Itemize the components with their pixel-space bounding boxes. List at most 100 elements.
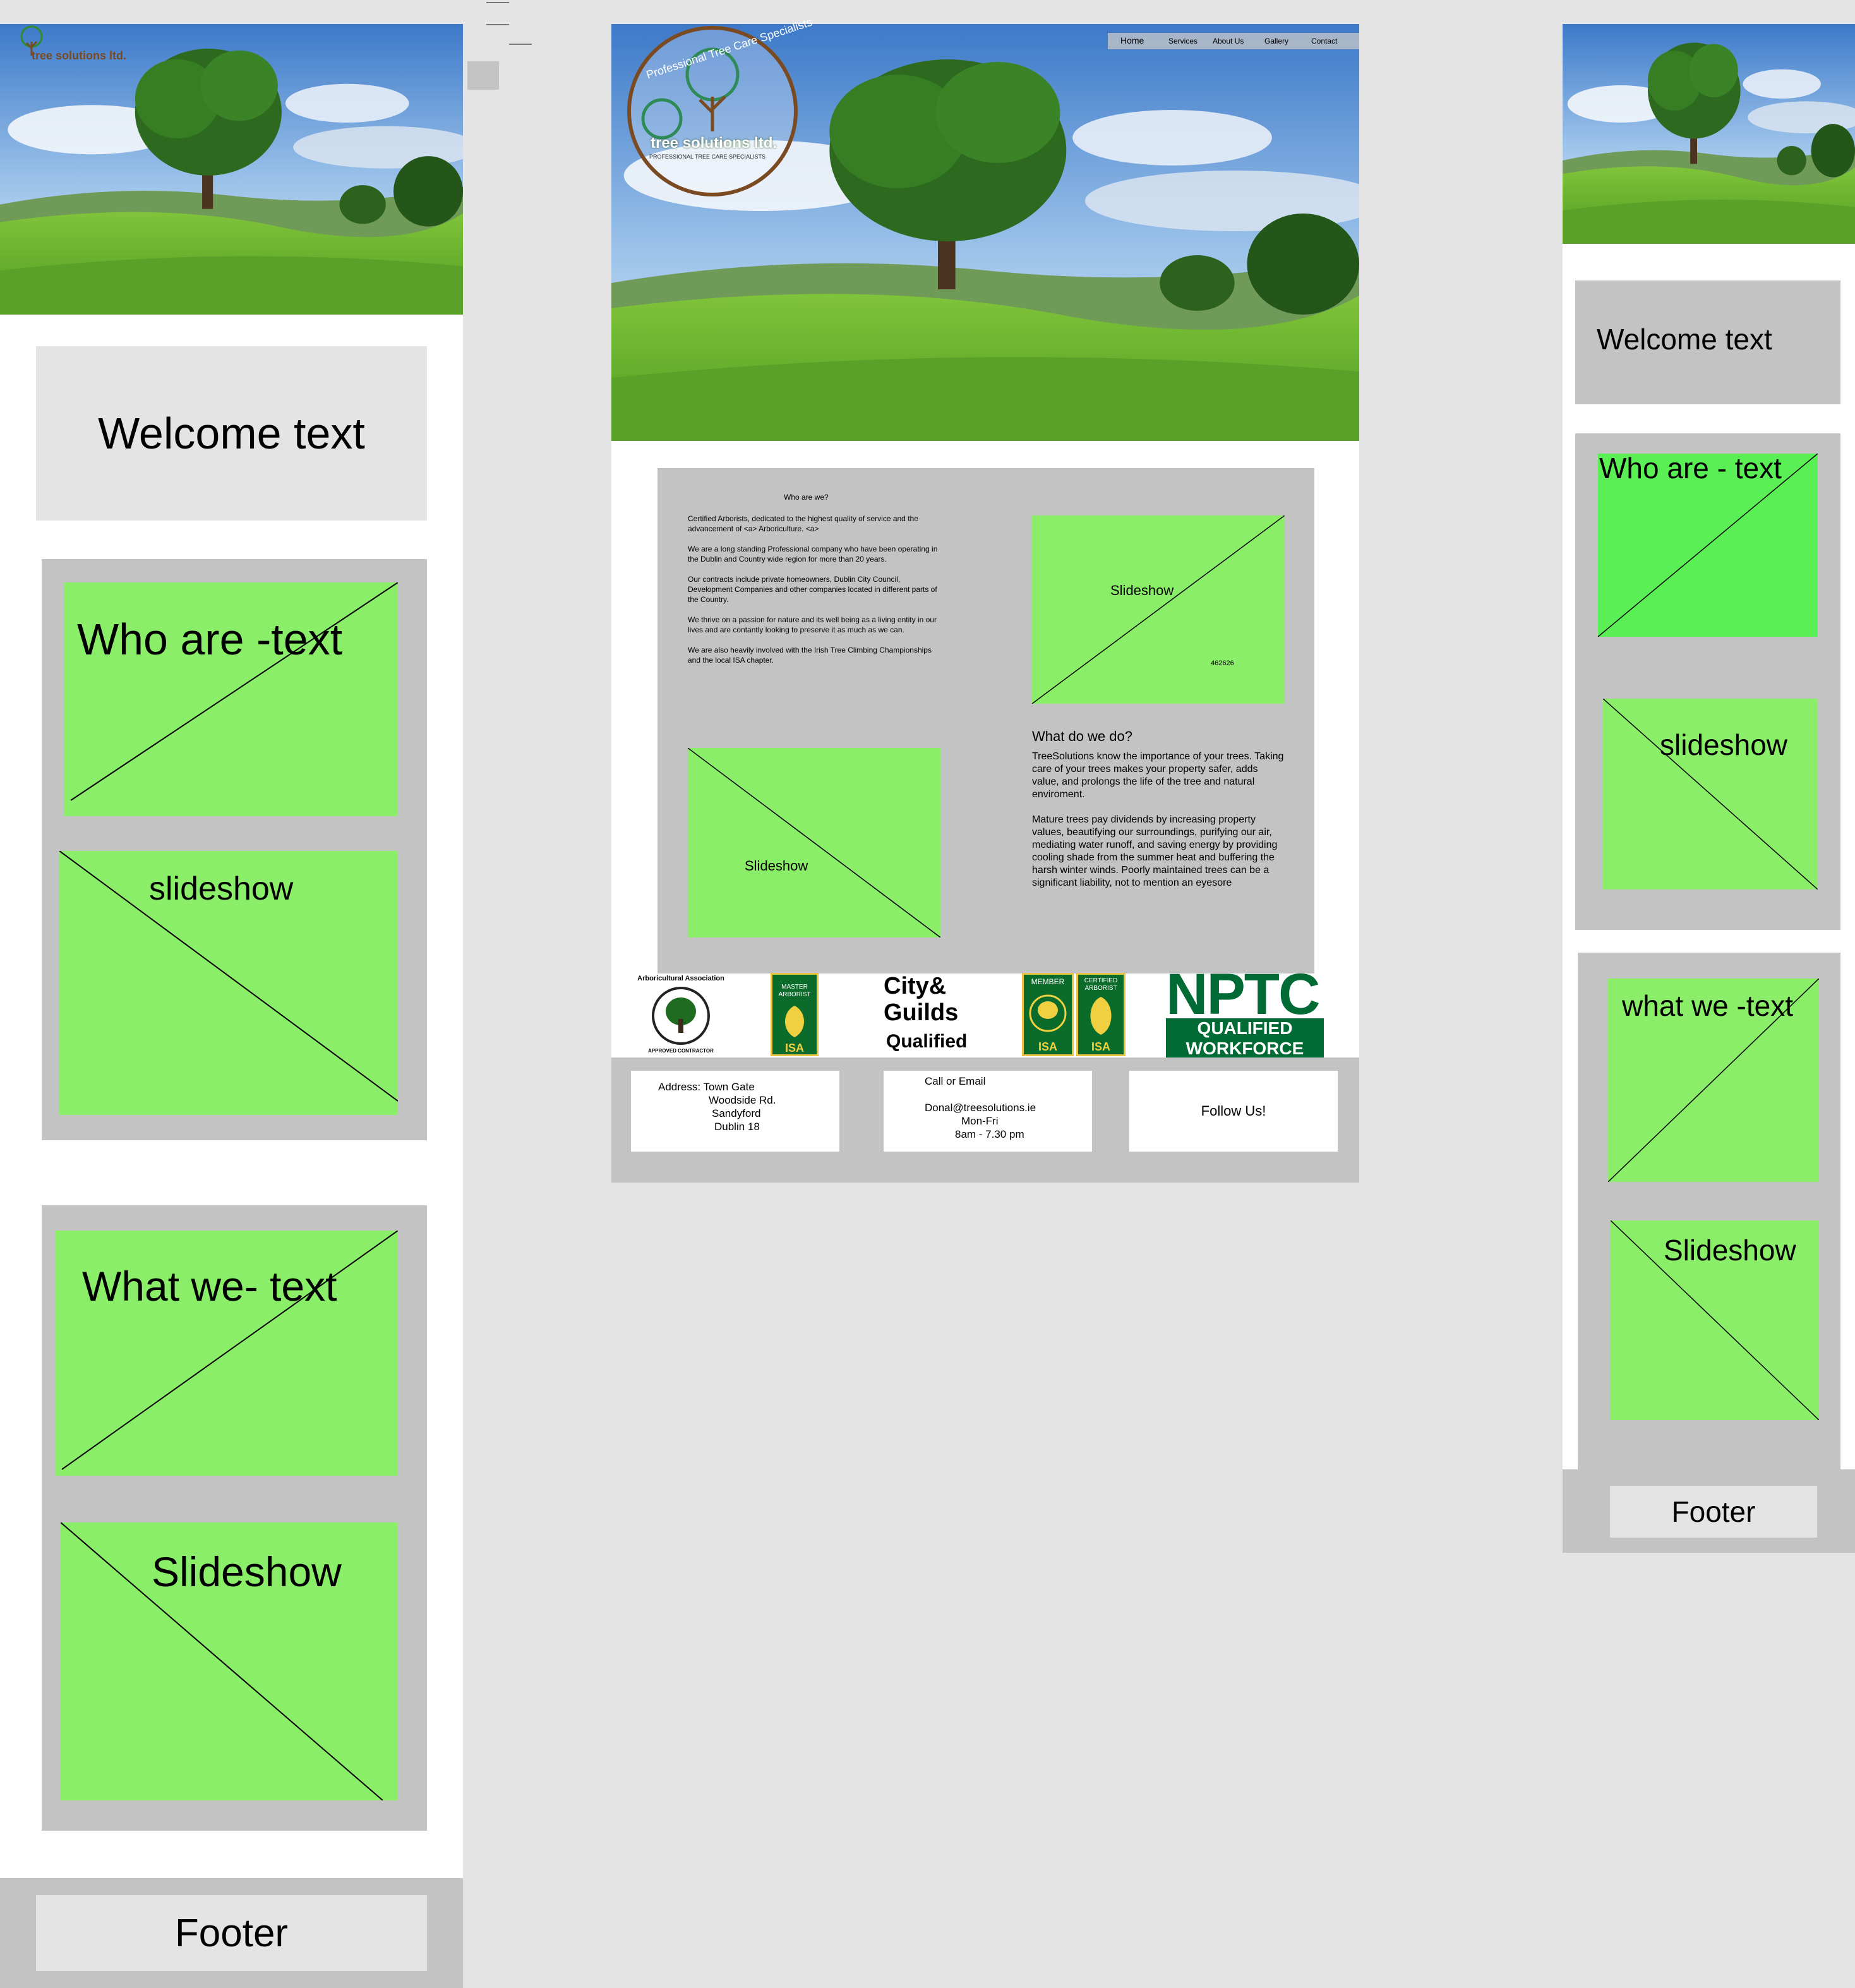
who-paragraph: We thrive on a passion for nature and it… bbox=[688, 615, 937, 634]
desktop-frame: Professional Tree Care Specialists tree … bbox=[611, 16, 1359, 1183]
who-placeholder: Who are - text bbox=[1598, 454, 1818, 637]
address-line: Woodside Rd. bbox=[709, 1094, 776, 1106]
nptc-sub2: WORKFORCE bbox=[1186, 1039, 1304, 1057]
logo-arboricultural: Arboricultural Association APPROVED CONT… bbox=[637, 975, 725, 1057]
tablet-section-what: what we -text Slideshow bbox=[1578, 953, 1840, 1481]
footer-text: Footer bbox=[1671, 1495, 1756, 1528]
isa-label: ISA bbox=[784, 1042, 804, 1054]
address-line: Dublin 18 bbox=[714, 1121, 760, 1133]
isa-cert-label: CERTIFIED ARBORIST bbox=[1084, 977, 1118, 992]
hero-image bbox=[0, 24, 463, 315]
cg-line3: Qualified bbox=[886, 1031, 968, 1052]
slideshow-placeholder[interactable]: Slideshow 462626 bbox=[1032, 515, 1285, 704]
tablet-welcome: Welcome text bbox=[1575, 280, 1840, 404]
slideshow-label: slideshow bbox=[1660, 728, 1787, 761]
slideshow-placeholder[interactable]: Slideshow bbox=[1611, 1220, 1819, 1420]
slideshow-label: Slideshow bbox=[1664, 1234, 1796, 1267]
nptc-banner: QUALIFIED WORKFORCE bbox=[1166, 1018, 1324, 1057]
who-paragraph: Certified Arborists, dedicated to the hi… bbox=[688, 514, 918, 533]
who-text: Who are - text bbox=[1599, 454, 1782, 485]
nav-home[interactable]: Home bbox=[1120, 35, 1144, 45]
what-text: what we -text bbox=[1622, 989, 1793, 1022]
logo-isa-master: MASTER ARBORIST ISA bbox=[771, 973, 819, 1056]
what-placeholder: What we- text bbox=[56, 1231, 398, 1476]
slideshow-label: Slideshow bbox=[745, 858, 808, 874]
who-placeholder: Who are -text bbox=[64, 582, 398, 816]
nav-gallery[interactable]: Gallery bbox=[1264, 37, 1288, 45]
contact-label: Call or Email bbox=[925, 1075, 986, 1087]
slideshow-code: 462626 bbox=[1211, 660, 1234, 667]
who-body: Certified Arborists, dedicated to the hi… bbox=[688, 514, 940, 665]
brand-name: tree solutions ltd. bbox=[651, 135, 777, 152]
slideshow-label: Slideshow bbox=[1110, 582, 1174, 598]
who-text: Who are -text bbox=[77, 615, 343, 664]
slideshow-placeholder[interactable]: slideshow bbox=[59, 851, 398, 1115]
brand-logo[interactable]: tree solutions ltd. bbox=[13, 24, 133, 62]
logo-city-guilds: City& Guilds Qualified bbox=[880, 973, 968, 1057]
nav-about[interactable]: About Us bbox=[1213, 37, 1244, 45]
toolbar-square[interactable] bbox=[467, 61, 499, 90]
mobile-footer: Footer bbox=[0, 1878, 463, 1988]
contact-hours: 8am - 7.30 pm bbox=[955, 1128, 1024, 1140]
what-paragraph: Mature trees pay dividends by increasing… bbox=[1032, 814, 1278, 888]
logo-isa-certified: CERTIFIED ARBORIST ISA bbox=[1076, 973, 1126, 1056]
arb-name: Arboricultural Association bbox=[637, 975, 724, 982]
mobile-welcome: Welcome text bbox=[36, 346, 427, 521]
divider bbox=[509, 44, 532, 45]
what-heading: What do we do? bbox=[1032, 728, 1132, 744]
what-placeholder: what we -text bbox=[1608, 979, 1819, 1182]
what-paragraph: TreeSolutions know the importance of you… bbox=[1032, 751, 1284, 800]
address-label: Address: Town Gate bbox=[658, 1081, 755, 1093]
isa-master-label: MASTER ARBORIST bbox=[778, 984, 811, 998]
desktop-footer: Address: Town Gate Woodside Rd. Sandyfor… bbox=[611, 1057, 1359, 1183]
divider bbox=[486, 2, 509, 3]
divider bbox=[486, 24, 509, 25]
tree-badge-icon bbox=[1029, 994, 1067, 1032]
hero-image bbox=[1563, 24, 1855, 244]
slideshow-label: slideshow bbox=[149, 871, 294, 907]
footer-label-box: Footer bbox=[36, 1895, 427, 1971]
tablet-section-who: Who are - text slideshow bbox=[1575, 433, 1840, 930]
logo-tagline-small: PROFESSIONAL TREE CARE SPECIALISTS bbox=[649, 154, 766, 160]
arb-sub: APPROVED CONTRACTOR bbox=[648, 1048, 714, 1054]
content-panel: Who are we? Certified Arborists, dedicat… bbox=[657, 468, 1314, 973]
who-paragraph: We are a long standing Professional comp… bbox=[688, 545, 938, 563]
nptc-sub1: QUALIFIED bbox=[1197, 1018, 1293, 1038]
isa-label: ISA bbox=[1038, 1040, 1057, 1053]
cg-line1: City& bbox=[884, 973, 947, 999]
slideshow-label: Slideshow bbox=[152, 1548, 342, 1595]
what-text: What we- text bbox=[82, 1263, 337, 1310]
arboricultural-badge-icon bbox=[652, 987, 710, 1045]
leaf-icon bbox=[1090, 997, 1112, 1035]
main-nav: Home Services About Us Gallery Contact bbox=[1108, 33, 1359, 49]
leaf-icon bbox=[785, 1006, 804, 1037]
who-heading: Who are we? bbox=[784, 493, 829, 502]
footer-follow[interactable]: Follow Us! bbox=[1129, 1071, 1338, 1152]
isa-label: ISA bbox=[1091, 1040, 1110, 1053]
slideshow-placeholder[interactable]: Slideshow bbox=[61, 1522, 398, 1800]
contact-days: Mon-Fri bbox=[961, 1115, 999, 1127]
who-paragraph: Our contracts include private homeowners… bbox=[688, 575, 937, 604]
mobile-section-what: What we- text Slideshow bbox=[42, 1205, 427, 1831]
tablet-frame: Welcome text Who are - text slideshow wh… bbox=[1563, 24, 1855, 1553]
round-logo[interactable]: Professional Tree Care Specialists tree … bbox=[624, 16, 813, 201]
slideshow-placeholder[interactable]: slideshow bbox=[1603, 699, 1818, 889]
contact-email[interactable]: Donal@treesolutions.ie bbox=[925, 1101, 1036, 1114]
who-paragraph: We are also heavily involved with the Ir… bbox=[688, 646, 932, 665]
address-line: Sandyford bbox=[712, 1107, 761, 1119]
mobile-frame: tree solutions ltd. Welcome text Who are… bbox=[0, 24, 463, 1988]
mobile-section-who: Who are -text slideshow bbox=[42, 559, 427, 1140]
what-body: TreeSolutions know the importance of you… bbox=[1032, 750, 1285, 889]
footer-contact: Call or Email Donal@treesolutions.ie Mon… bbox=[884, 1071, 1092, 1152]
tablet-footer: Footer bbox=[1563, 1469, 1855, 1553]
footer-label-box: Footer bbox=[1610, 1486, 1817, 1538]
logo-nptc: NPTC QUALIFIED WORKFORCE bbox=[1166, 972, 1324, 1057]
logo-isa-member: MEMBER ISA bbox=[1022, 973, 1074, 1056]
footer-address: Address: Town Gate Woodside Rd. Sandyfor… bbox=[631, 1071, 839, 1152]
slideshow-placeholder[interactable]: Slideshow bbox=[688, 748, 940, 937]
welcome-text: Welcome text bbox=[1597, 323, 1772, 356]
nav-contact[interactable]: Contact bbox=[1311, 37, 1337, 45]
nav-services[interactable]: Services bbox=[1168, 37, 1198, 45]
isa-member-label: MEMBER bbox=[1031, 977, 1065, 986]
brand-name: tree solutions ltd. bbox=[32, 49, 127, 62]
